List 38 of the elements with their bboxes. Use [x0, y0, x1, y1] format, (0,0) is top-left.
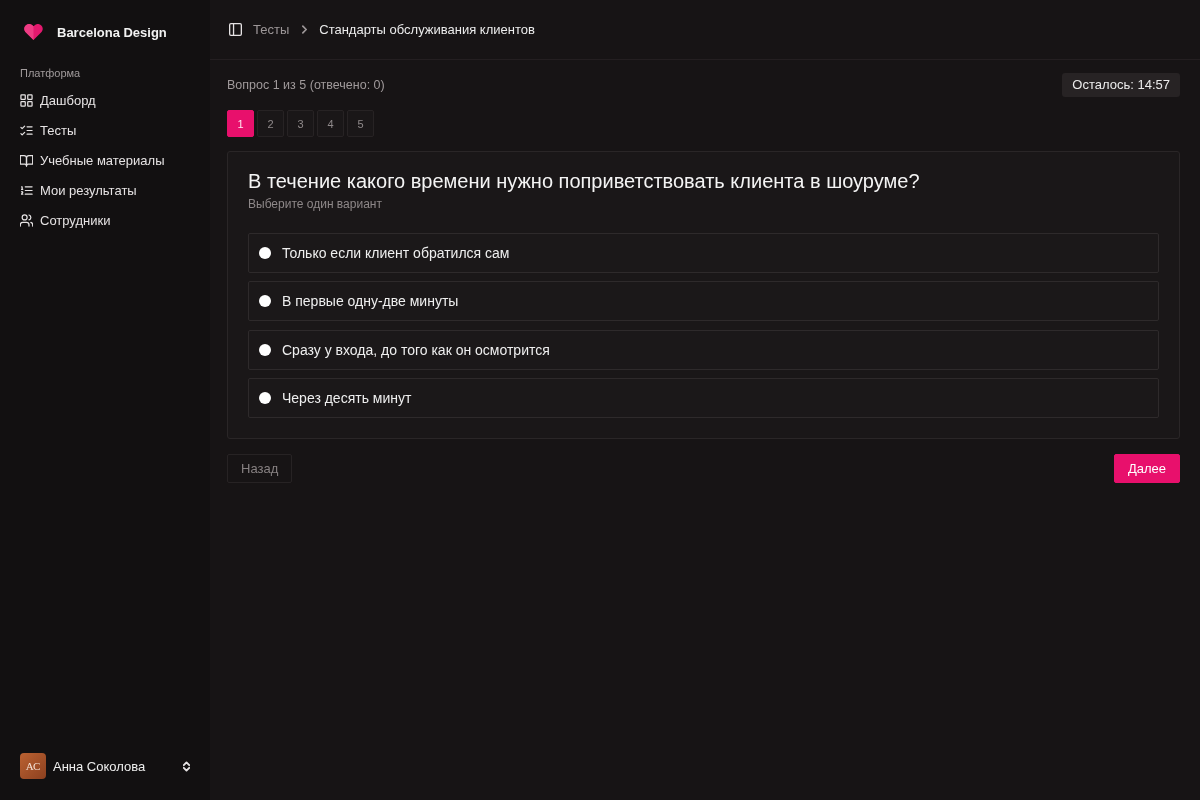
- radio-button[interactable]: [259, 391, 271, 404]
- question-number-button[interactable]: 5: [347, 110, 374, 137]
- breadcrumb-current: Стандарты обслуживания клиентов: [319, 22, 535, 37]
- nav-item[interactable]: Сотрудники: [12, 205, 200, 235]
- answer-option[interactable]: Сразу у входа, до того как он осмотрится: [248, 329, 1159, 370]
- next-button[interactable]: Далее: [1113, 453, 1180, 483]
- question-title: В течение какого времени нужно поприветствовать клиента в шоуруме?: [248, 169, 921, 194]
- question-number-button[interactable]: 2: [257, 110, 284, 137]
- progress-text: Вопрос 1 из 5 (отвечено: 0): [227, 78, 385, 92]
- grid-icon: [20, 93, 33, 107]
- numbered-list-icon: [20, 183, 33, 197]
- people-icon: [20, 213, 33, 227]
- radio-button[interactable]: [259, 343, 271, 356]
- nav-item[interactable]: Мои результаты: [12, 175, 200, 205]
- question-number-button[interactable]: 1: [227, 110, 254, 137]
- chevron-up-down-icon[interactable]: [183, 760, 190, 772]
- nav-item[interactable]: Учебные материалы: [12, 145, 200, 175]
- checklist-icon: [20, 123, 33, 137]
- section-title: Платформа: [20, 66, 81, 80]
- nav-item[interactable]: Тесты: [12, 115, 200, 145]
- answer-option[interactable]: Через десять минут: [248, 377, 1159, 418]
- timer-badge: Осталось: 14:57: [1062, 73, 1180, 97]
- radio-button[interactable]: [259, 295, 271, 308]
- heart-logo-icon: [24, 24, 43, 40]
- question-number-button[interactable]: 4: [317, 110, 344, 137]
- answer-option[interactable]: В первые одну-две минуты: [248, 281, 1159, 322]
- breadcrumb-link[interactable]: Тесты: [253, 22, 290, 37]
- question-number-button[interactable]: 3: [287, 110, 314, 137]
- open-book-icon: [20, 153, 33, 167]
- sidebar-toggle-icon[interactable]: [229, 23, 242, 36]
- brand-name: Barcelona Design: [57, 24, 167, 40]
- question-hint: Выберите один вариант: [248, 196, 383, 212]
- chevron-right-icon: [302, 25, 308, 34]
- nav-item[interactable]: Дашборд: [12, 85, 200, 115]
- answer-option[interactable]: Только если клиент обратился сам: [248, 233, 1159, 273]
- radio-button[interactable]: [259, 247, 271, 259]
- user-name: Анна Соколова: [53, 758, 146, 774]
- user-avatar: АС: [20, 753, 46, 779]
